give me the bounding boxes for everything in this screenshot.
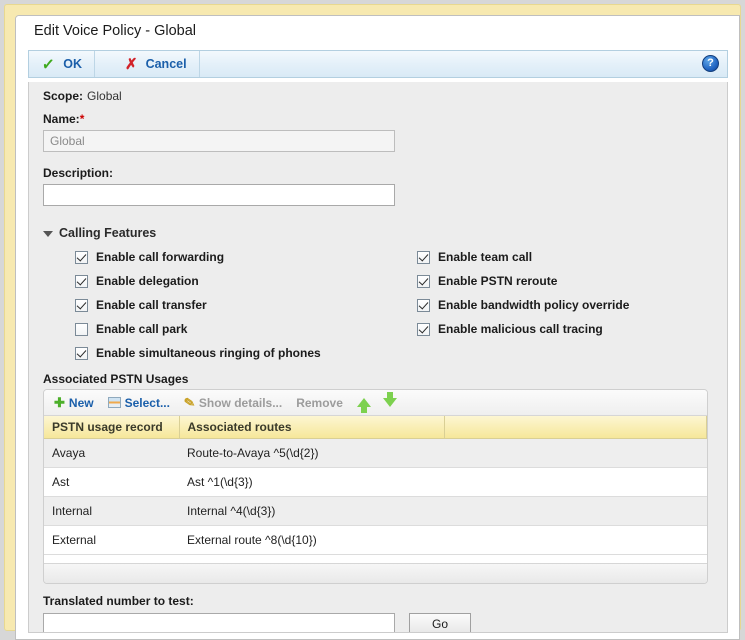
remove-button: Remove (296, 396, 343, 410)
show-details-button: ✎ Show details... (182, 394, 283, 411)
table-header-row: PSTN usage record Associated routes (44, 416, 707, 439)
table-row[interactable]: Avaya Route-to-Avaya ^5(\d{2}) (44, 438, 707, 468)
required-star: * (79, 112, 85, 126)
cancel-button-label: Cancel (145, 57, 187, 71)
checkbox-box (417, 322, 430, 336)
pstn-usages-grid: ✚ New Select... ✎ Show details... Remove (43, 389, 708, 584)
grid-footer-bar (44, 563, 707, 583)
cell-blank (444, 438, 707, 468)
checkbox-enable-call-transfer[interactable]: Enable call transfer (75, 298, 207, 312)
calling-features-title: Calling Features (59, 226, 157, 240)
cell-pstn-usage-record: Avaya (44, 438, 179, 468)
checkbox-box (417, 298, 430, 312)
scope-value: Global (87, 89, 122, 103)
checkbox-label: Enable call transfer (96, 298, 207, 312)
description-label: Description: (43, 166, 114, 180)
new-button[interactable]: ✚ New (54, 396, 94, 410)
checkbox-box (75, 274, 88, 288)
pstn-usages-table: PSTN usage record Associated routes Avay… (44, 416, 707, 579)
name-label: Name:* (43, 112, 84, 126)
scope-label: Scope: (43, 89, 84, 103)
ok-button-label: OK (63, 57, 82, 71)
checkbox-box (75, 250, 88, 264)
checkbox-enable-delegation[interactable]: Enable delegation (75, 274, 199, 288)
select-table-icon (107, 397, 121, 408)
checkbox-label: Enable call park (96, 322, 188, 336)
cell-blank (444, 525, 707, 555)
checkbox-box (417, 274, 430, 288)
cell-pstn-usage-record: External (44, 525, 179, 555)
select-button-label: Select... (124, 395, 170, 410)
column-header-pstn-usage-record[interactable]: PSTN usage record (44, 416, 180, 439)
scope-line: Scope: Global (43, 89, 122, 103)
cell-associated-routes: Ast ^1(\d{3}) (179, 467, 444, 497)
cell-pstn-usage-record: Internal (44, 496, 179, 526)
translated-number-label: Translated number to test: (43, 594, 194, 608)
checkbox-label: Enable PSTN reroute (438, 274, 558, 288)
plus-icon: ✚ (54, 395, 65, 410)
name-label-text: Name: (43, 112, 80, 126)
pencil-icon: ✎ (182, 394, 197, 411)
show-details-button-label: Show details... (198, 395, 283, 410)
cell-associated-routes: Internal ^4(\d{3}) (179, 496, 444, 526)
checkbox-label: Enable team call (438, 250, 533, 264)
cell-blank (444, 496, 707, 526)
calling-features-group-header[interactable]: Calling Features (43, 226, 156, 240)
remove-button-label: Remove (296, 395, 343, 410)
chevron-down-icon (43, 231, 53, 237)
checkbox-box (75, 322, 88, 336)
dialog-content-panel: Scope:Global Name:* Description: Calling… (28, 82, 728, 633)
table-row[interactable]: External External route ^8(\d{10}) (44, 525, 707, 555)
table-row[interactable]: Ast Ast ^1(\d{3}) (44, 467, 707, 497)
cell-associated-routes: Route-to-Avaya ^5(\d{2}) (179, 438, 444, 468)
column-header-blank[interactable] (444, 416, 707, 439)
checkbox-label: Enable simultaneous ringing of phones (96, 346, 321, 360)
column-header-associated-routes[interactable]: Associated routes (179, 416, 445, 439)
description-input[interactable] (43, 184, 395, 206)
checkbox-enable-bandwidth-policy-override[interactable]: Enable bandwidth policy override (417, 298, 629, 312)
arrow-up-icon[interactable] (356, 398, 371, 413)
name-input[interactable] (43, 130, 395, 152)
checkbox-label: Enable call forwarding (96, 250, 225, 264)
pstn-usages-section-title: Associated PSTN Usages (43, 372, 189, 386)
table-row[interactable]: Internal Internal ^4(\d{3}) (44, 496, 707, 526)
cell-pstn-usage-record: Ast (44, 467, 179, 497)
checkbox-label: Enable malicious call tracing (438, 322, 603, 336)
page-title: Edit Voice Policy - Global (34, 23, 196, 39)
dialog-title-bar: Edit Voice Policy - Global (16, 16, 739, 46)
checkbox-enable-pstn-reroute[interactable]: Enable PSTN reroute (417, 274, 557, 288)
cancel-button[interactable]: ✗ Cancel (113, 51, 200, 77)
checkbox-enable-simultaneous-ringing[interactable]: Enable simultaneous ringing of phones (75, 346, 321, 360)
dialog-outer-frame: Edit Voice Policy - Global ✓ OK ✗ Cancel… (4, 4, 741, 640)
check-mark-icon: ✓ (41, 53, 56, 75)
cell-blank (444, 467, 707, 497)
arrow-down-icon[interactable] (382, 392, 397, 407)
x-mark-icon: ✗ (125, 55, 138, 73)
checkbox-label: Enable delegation (96, 274, 199, 288)
cell-associated-routes: External route ^8(\d{10}) (179, 525, 444, 555)
checkbox-enable-team-call[interactable]: Enable team call (417, 250, 532, 264)
help-question-icon[interactable]: ? (702, 55, 719, 72)
checkbox-box (75, 298, 88, 312)
ok-button[interactable]: ✓ OK (29, 51, 95, 77)
checkbox-enable-malicious-call-tracing[interactable]: Enable malicious call tracing (417, 322, 603, 336)
checkbox-label: Enable bandwidth policy override (438, 298, 630, 312)
command-toolbar: ✓ OK ✗ Cancel ? (28, 50, 728, 78)
go-button[interactable]: Go (409, 613, 471, 632)
translated-number-input[interactable] (43, 613, 395, 632)
edit-voice-policy-dialog: Edit Voice Policy - Global ✓ OK ✗ Cancel… (15, 15, 740, 640)
new-button-label: New (68, 395, 94, 410)
checkbox-box (75, 346, 88, 360)
select-button[interactable]: Select... (107, 395, 170, 410)
checkbox-enable-call-forwarding[interactable]: Enable call forwarding (75, 250, 224, 264)
checkbox-enable-call-park[interactable]: Enable call park (75, 322, 187, 336)
grid-toolbar: ✚ New Select... ✎ Show details... Remove (44, 390, 707, 416)
checkbox-box (417, 250, 430, 264)
